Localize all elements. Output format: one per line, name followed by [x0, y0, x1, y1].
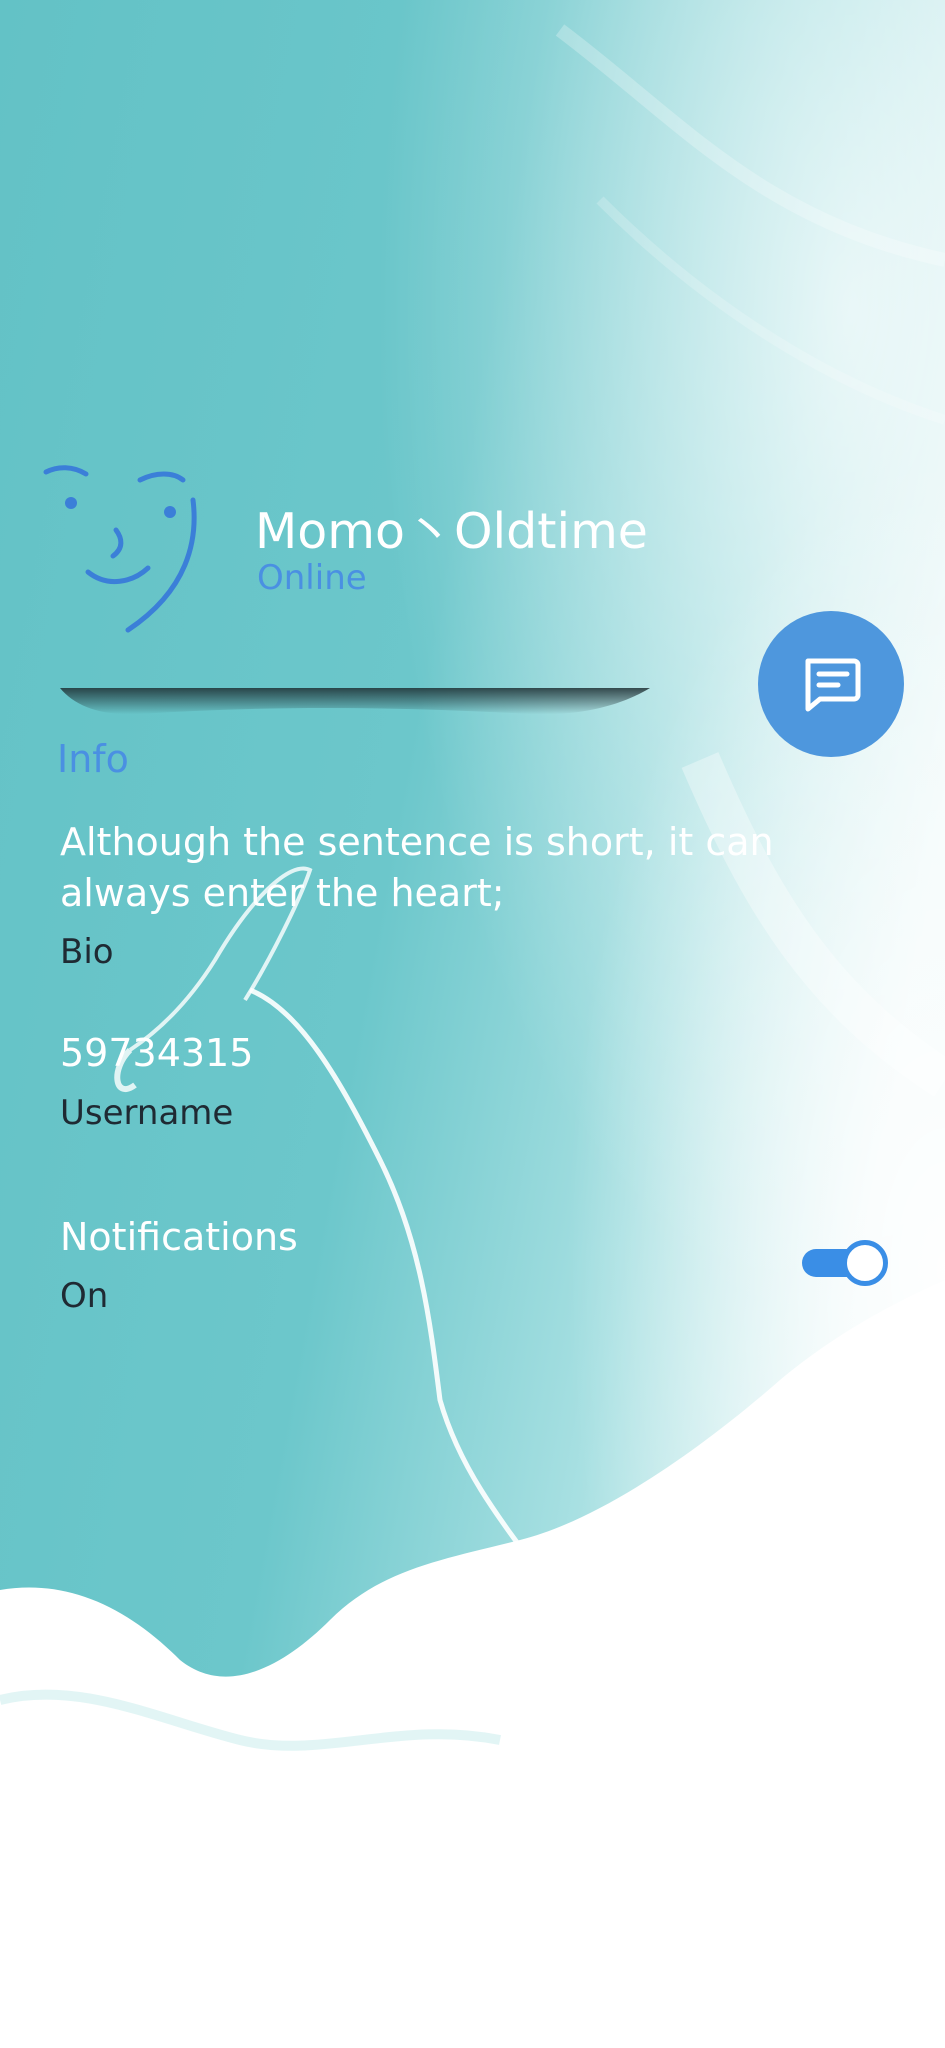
profile-name: Momo丶Oldtime [255, 503, 648, 560]
doodle-face-icon [43, 465, 197, 633]
bio-label: Bio [60, 932, 114, 972]
username-label: Username [60, 1093, 234, 1133]
avatar[interactable] [38, 460, 208, 640]
message-icon [805, 658, 861, 712]
send-message-button[interactable] [758, 611, 904, 757]
username-value[interactable]: 59734315 [60, 1028, 253, 1079]
marble-background [0, 0, 945, 2048]
notifications-toggle[interactable] [800, 1238, 890, 1288]
notifications-title[interactable]: Notifications [60, 1212, 298, 1263]
toggle-knob [842, 1240, 888, 1286]
notifications-state: On [60, 1276, 109, 1316]
profile-status: Online [257, 558, 367, 598]
info-section-title: Info [57, 737, 129, 781]
bio-value[interactable]: Although the sentence is short, it can a… [60, 817, 840, 919]
